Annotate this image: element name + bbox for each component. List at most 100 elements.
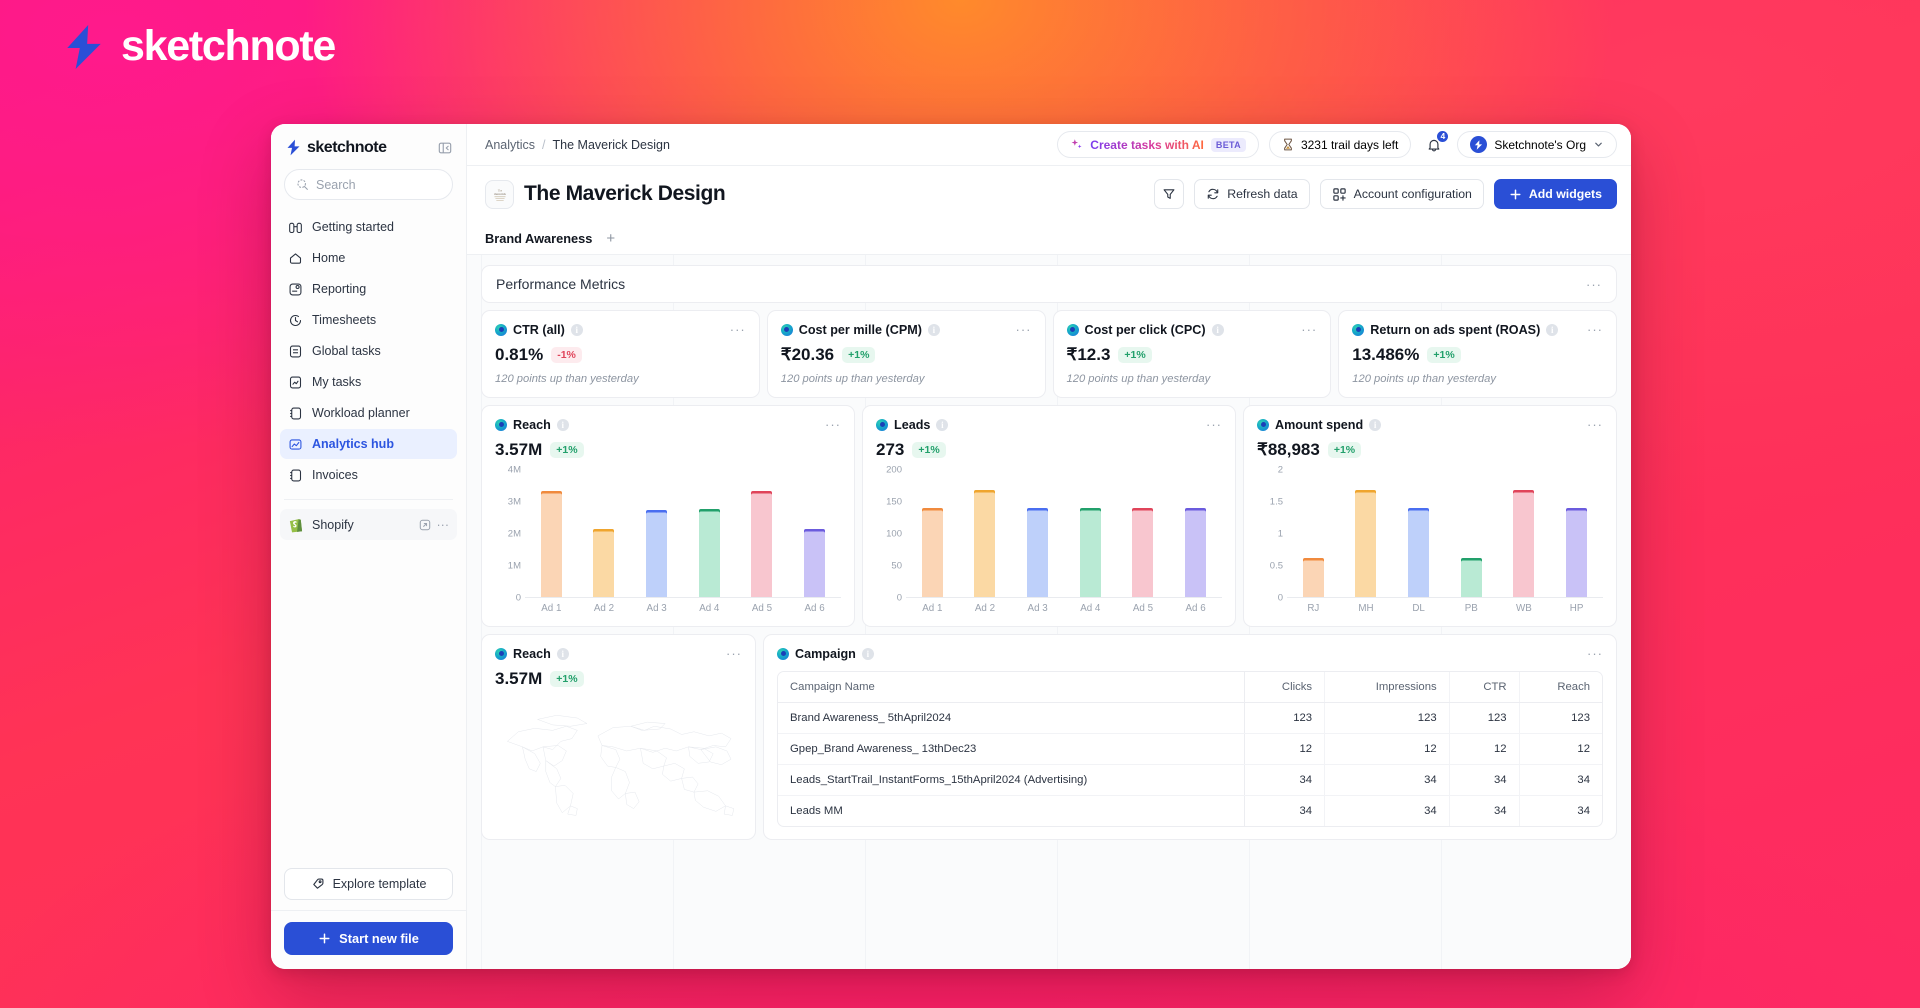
chart-headline-row: ₹88,983 +1% <box>1257 440 1603 460</box>
campaign-table: Campaign Name Clicks Impressions CTR Rea… <box>777 671 1603 827</box>
filter-button[interactable] <box>1154 179 1185 209</box>
notifications-button[interactable]: 4 <box>1421 129 1450 158</box>
bar[interactable] <box>921 508 943 597</box>
sidebar-item-workload-planner[interactable]: Workload planner <box>280 398 457 428</box>
column-header-ctr[interactable]: CTR <box>1448 672 1520 703</box>
breadcrumb-root[interactable]: Analytics <box>485 138 535 152</box>
map-headline-row: 3.57M +1% <box>495 669 742 689</box>
column-header-clicks[interactable]: Clicks <box>1244 672 1325 703</box>
column-header-campaign-name[interactable]: Campaign Name <box>778 672 1246 703</box>
collapse-sidebar-icon[interactable] <box>435 138 454 157</box>
card-menu-icon[interactable]: ··· <box>726 646 742 661</box>
sidebar-item-global-tasks[interactable]: Global tasks <box>280 336 457 366</box>
table-row[interactable]: Gpep_Brand Awareness_ 13thDec23 12 12 12… <box>778 733 1602 765</box>
search-input[interactable]: Search <box>284 169 453 200</box>
explore-template-button[interactable]: Explore template <box>284 868 453 900</box>
section-menu-icon[interactable]: ··· <box>1586 277 1602 292</box>
account-configuration-button[interactable]: Account configuration <box>1319 179 1484 209</box>
info-icon[interactable]: i <box>556 418 569 431</box>
info-icon[interactable]: i <box>1211 323 1224 336</box>
sidebar-item-label: My tasks <box>312 375 362 389</box>
tab-brand-awareness[interactable]: Brand Awareness <box>485 231 592 246</box>
start-new-file-button[interactable]: Start new file <box>284 922 453 955</box>
brand-wordmark: sketchnote <box>121 22 336 70</box>
cell-impressions: 34 <box>1324 764 1450 796</box>
external-link-icon[interactable] <box>419 519 431 531</box>
cell-campaign-name: Leads MM <box>778 795 1246 826</box>
bar[interactable] <box>751 490 773 597</box>
bar-slot <box>582 470 626 597</box>
map-table-row: Reach i ··· 3.57M +1% Campaign i ··· Cam… <box>481 634 1617 840</box>
card-menu-icon[interactable]: ··· <box>1587 646 1603 661</box>
metric-source-icon <box>1257 418 1269 431</box>
card-menu-icon[interactable]: ··· <box>730 322 746 337</box>
page-title: The Maverick Design <box>524 182 726 205</box>
column-header-reach[interactable]: Reach <box>1518 672 1602 703</box>
create-tasks-with-ai-button[interactable]: Create tasks with AI BETA <box>1057 131 1259 158</box>
sidebar-item-timesheets[interactable]: Timesheets <box>280 305 457 335</box>
sidebar-item-invoices[interactable]: Invoices <box>280 460 457 490</box>
bar[interactable] <box>804 528 826 597</box>
bar[interactable] <box>1513 490 1535 597</box>
add-tab-button[interactable]: + <box>606 231 615 246</box>
sidebar-app-shopify[interactable]: Shopify ··· <box>280 509 457 540</box>
y-axis-tick: 0 <box>1277 592 1283 604</box>
bar[interactable] <box>1132 508 1154 597</box>
org-switcher[interactable]: Sketchnote's Org <box>1457 131 1617 158</box>
add-widgets-button[interactable]: Add widgets <box>1493 179 1617 209</box>
info-icon[interactable]: i <box>861 647 874 660</box>
breadcrumb-current[interactable]: The Maverick Design <box>553 138 670 152</box>
info-icon[interactable]: i <box>1369 418 1382 431</box>
bar[interactable] <box>540 490 562 597</box>
x-axis-tick: Ad 4 <box>699 603 720 614</box>
bar[interactable] <box>1079 508 1101 597</box>
table-row[interactable]: Leads_StartTrail_InstantForms_15thApril2… <box>778 764 1602 796</box>
card-menu-icon[interactable]: ··· <box>1587 322 1603 337</box>
sidebar-logo[interactable]: sketchnote <box>286 139 387 157</box>
bar[interactable] <box>1460 557 1482 597</box>
bar[interactable] <box>1408 508 1430 597</box>
y-axis-tick: 1M <box>507 560 521 572</box>
chart-headline-value: 273 <box>876 440 905 459</box>
bar[interactable] <box>1355 490 1377 597</box>
info-icon[interactable]: i <box>556 647 569 660</box>
sidebar-item-my-tasks[interactable]: My tasks <box>280 367 457 397</box>
kpi-name: Cost per click (CPC) <box>1084 322 1206 337</box>
bar-slot <box>529 470 573 597</box>
bar[interactable] <box>698 508 720 597</box>
bar[interactable] <box>1027 508 1049 597</box>
card-menu-icon[interactable]: ··· <box>825 417 841 432</box>
info-icon[interactable]: i <box>927 323 940 336</box>
x-axis-tick: Ad 6 <box>1185 603 1206 614</box>
bar[interactable] <box>646 509 668 597</box>
info-icon[interactable]: i <box>570 323 583 336</box>
task-icon <box>289 376 302 388</box>
table-row[interactable]: Brand Awareness_ 5thApril2024 123 123 12… <box>778 702 1602 734</box>
refresh-data-button[interactable]: Refresh data <box>1194 179 1310 209</box>
sidebar-item-home[interactable]: Home <box>280 243 457 273</box>
sidebar-item-analytics-hub[interactable]: Analytics hub <box>280 429 457 459</box>
table-row[interactable]: Leads MM 34 34 34 34 <box>778 795 1602 826</box>
card-menu-icon[interactable]: ··· <box>1587 417 1603 432</box>
sidebar-item-reporting[interactable]: Reporting <box>280 274 457 304</box>
bar-slot <box>1121 470 1165 597</box>
info-icon[interactable]: i <box>1546 323 1559 336</box>
card-menu-icon[interactable]: ··· <box>1301 322 1317 337</box>
trial-days-pill[interactable]: 3231 trail days left <box>1268 131 1412 158</box>
sidebar-item-getting-started[interactable]: Getting started <box>280 212 457 242</box>
card-menu-icon[interactable]: ··· <box>1016 322 1032 337</box>
bar[interactable] <box>1185 508 1207 597</box>
sidebar-app-more-icon[interactable]: ··· <box>437 518 450 532</box>
bar[interactable] <box>593 528 615 597</box>
notification-badge: 4 <box>1436 129 1450 143</box>
kpi-subtext: 120 points up than yesterday <box>1352 373 1496 385</box>
bar[interactable] <box>1566 508 1588 597</box>
card-menu-icon[interactable]: ··· <box>1206 417 1222 432</box>
sidebar-app-actions[interactable]: ··· <box>419 518 450 532</box>
y-axis: 2 1.5 1 0.5 0 <box>1257 465 1287 604</box>
bar[interactable] <box>1302 557 1324 597</box>
kpi-name: Cost per mille (CPM) <box>798 322 922 337</box>
info-icon[interactable]: i <box>936 418 949 431</box>
column-header-impressions[interactable]: Impressions <box>1324 672 1450 703</box>
bar[interactable] <box>974 490 996 597</box>
